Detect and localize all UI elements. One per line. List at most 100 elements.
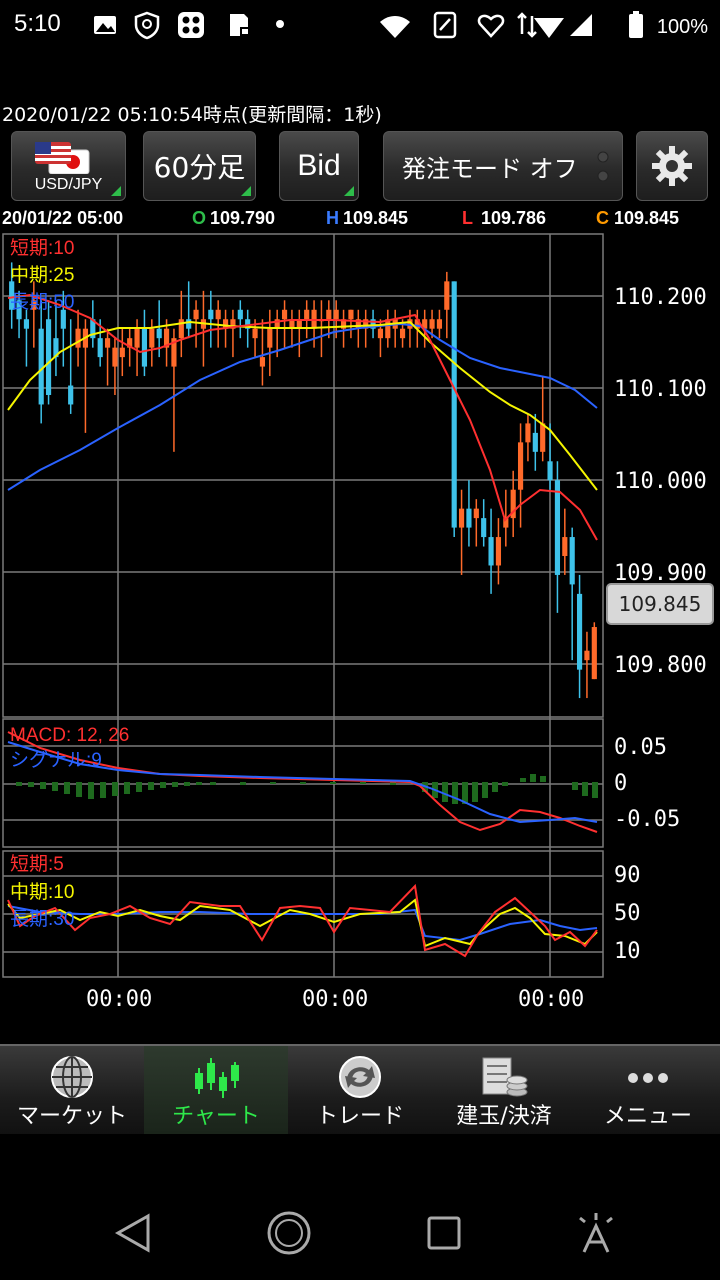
trade-arrows-icon <box>339 1056 381 1098</box>
candle-body <box>436 319 443 329</box>
signal-label: シグナル:9 <box>10 749 102 771</box>
candle-body <box>23 319 30 329</box>
nav-menu[interactable]: メニュー <box>576 1046 720 1134</box>
toggle-dots-icon <box>596 150 610 184</box>
candle-body <box>141 328 148 367</box>
price-tick: 110.200 <box>614 285 707 310</box>
price-type-button[interactable]: Bid <box>279 131 359 201</box>
ma-long-line <box>7 322 598 491</box>
nav-label: チャート <box>172 1104 260 1129</box>
timeframe-button[interactable]: 60分足 <box>143 131 256 201</box>
candle-body <box>488 537 494 566</box>
candle-body <box>186 319 192 329</box>
nav-positions[interactable]: 建玉/決済 <box>432 1046 576 1134</box>
candle-body <box>576 593 583 670</box>
status-time: 5:10 <box>14 10 61 37</box>
order-mode-label: 発注モード オフ <box>402 154 578 183</box>
macd-tick: 0 <box>614 771 627 796</box>
candle-body <box>495 537 502 566</box>
open-label: O <box>192 208 207 228</box>
shield-icon <box>134 11 160 40</box>
nav-chart[interactable]: チャート <box>144 1046 288 1134</box>
macd-tick: -0.05 <box>614 807 680 832</box>
accessibility-icon[interactable] <box>579 1213 613 1253</box>
currency-pair-button[interactable]: USD/JPY <box>11 131 126 201</box>
candle-body <box>444 281 450 310</box>
price-tick: 110.100 <box>614 377 707 402</box>
nfc-icon <box>433 11 457 39</box>
candle-body <box>259 357 266 367</box>
candle-body <box>68 385 74 405</box>
time-axis: 00:00 00:00 00:00 <box>86 987 584 1012</box>
candle-body <box>119 347 125 358</box>
ohlc-datetime: 20/01/22 05:00 <box>2 208 124 228</box>
candle-body <box>215 309 221 320</box>
price-tick: 110.000 <box>614 469 707 494</box>
rsi-tick: 90 <box>614 863 641 888</box>
coins-ledger-icon <box>482 1057 528 1097</box>
price-type-label: Bid <box>297 149 341 182</box>
low-value: 109.786 <box>481 208 547 228</box>
order-mode-toggle[interactable]: 発注モード オフ <box>383 131 623 201</box>
macd-label: MACD: 12, 26 <box>10 725 129 746</box>
candle-body <box>473 508 479 519</box>
current-price-tag: 109.845 <box>606 583 714 625</box>
ma-short-line <box>7 293 598 541</box>
candle-body <box>591 627 597 680</box>
battery-percent: 100% <box>656 16 708 38</box>
candle-body <box>562 537 568 556</box>
price-chart[interactable]: 短期:10 中期:25 長期:50 110.200 110.100 110.00… <box>0 232 720 1022</box>
candle-body <box>104 338 111 348</box>
back-icon[interactable] <box>114 1213 150 1253</box>
candle-body <box>326 309 332 320</box>
system-nav <box>114 1211 613 1255</box>
settings-button[interactable] <box>636 131 708 201</box>
candle-body <box>466 508 472 528</box>
dropdown-corner-icon <box>111 186 121 196</box>
ma-short-label: 短期:10 <box>10 237 74 259</box>
update-timestamp: 2020/01/22 05:10:54時点(更新間隔：1秒) <box>2 104 382 126</box>
macd-axis: 0.05 0 -0.05 <box>614 735 680 832</box>
ma-mid-label: 中期:25 <box>10 264 74 286</box>
candle-body <box>429 319 435 329</box>
nav-trade[interactable]: トレード <box>288 1046 432 1134</box>
battery-icon <box>629 11 643 38</box>
candle-body <box>149 328 155 348</box>
rsi-axis: 90 50 10 <box>614 863 641 964</box>
candle-body <box>208 309 214 320</box>
candle-body <box>252 328 258 339</box>
nav-label: メニュー <box>603 1104 692 1129</box>
time-tick: 00:00 <box>518 987 584 1012</box>
candle-body <box>193 309 199 320</box>
candle-body <box>333 309 339 320</box>
nav-label: マーケット <box>16 1104 127 1129</box>
candle-body <box>348 309 354 320</box>
dropdown-corner-icon <box>241 186 251 196</box>
close-value: 109.845 <box>614 208 680 228</box>
candle-body <box>267 328 273 348</box>
usd-jpy-flags-icon <box>33 140 105 175</box>
timeframe-label: 60分足 <box>153 151 246 184</box>
candle-body <box>481 518 487 538</box>
moving-average-lines <box>7 293 598 541</box>
rsi-tick: 50 <box>614 901 641 926</box>
nav-label: 建玉/決済 <box>456 1104 552 1129</box>
more-dots-icon <box>628 1073 668 1083</box>
macd-tick: 0.05 <box>614 735 667 760</box>
candle-body <box>525 423 531 443</box>
bottom-nav: マーケット チャート トレード 建玉/決済 メニュー <box>0 1044 720 1134</box>
candle-body <box>237 309 243 320</box>
candle-body <box>451 281 457 528</box>
candle-body <box>45 319 52 395</box>
close-label: C <box>596 208 609 228</box>
cell-signal-icon <box>534 18 564 38</box>
recents-icon[interactable] <box>427 1216 461 1250</box>
gear-icon <box>652 146 692 186</box>
candle-body <box>377 328 384 339</box>
low-label: L <box>462 208 473 228</box>
heart-signal-icon <box>477 14 505 38</box>
nav-market[interactable]: マーケット <box>0 1046 144 1134</box>
candle-body <box>458 508 465 528</box>
candle-body <box>540 423 546 452</box>
ma-mid-line <box>7 320 598 491</box>
